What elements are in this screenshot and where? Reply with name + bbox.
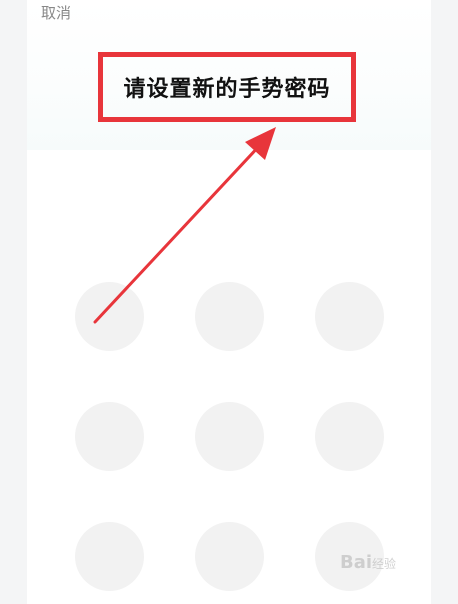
page-title: 请设置新的手势密码: [123, 77, 331, 102]
pattern-dot-3[interactable]: [315, 282, 384, 351]
pattern-dot-6[interactable]: [315, 402, 384, 471]
app-window: 取消 请设置新的手势密码 Bai经验: [0, 0, 458, 604]
left-margin: [0, 0, 27, 604]
title-highlight-box: 请设置新的手势密码: [98, 52, 356, 122]
watermark-logo: Bai经验: [340, 552, 397, 573]
pattern-dot-7[interactable]: [75, 522, 144, 591]
pattern-dot-1[interactable]: [75, 282, 144, 351]
pattern-dot-2[interactable]: [195, 282, 264, 351]
pattern-dot-4[interactable]: [75, 402, 144, 471]
pattern-dot-5[interactable]: [195, 402, 264, 471]
gesture-setup-screen: 取消 请设置新的手势密码: [27, 0, 431, 604]
pattern-dot-8[interactable]: [195, 522, 264, 591]
cancel-button[interactable]: 取消: [41, 3, 71, 23]
right-margin: [431, 0, 458, 604]
